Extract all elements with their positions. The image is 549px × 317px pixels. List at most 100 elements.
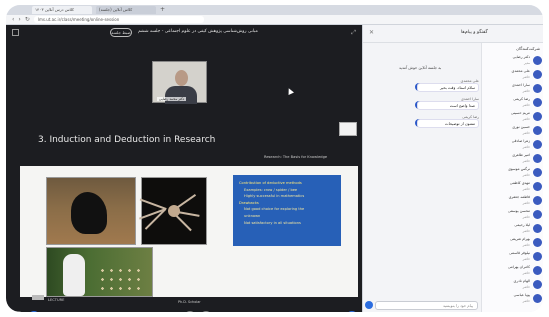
url-field[interactable]: lms.ut.ac.ir/class/meeting/online-sessio… <box>33 16 204 23</box>
participant-row[interactable]: بهرام شریفی حاضر <box>482 236 543 250</box>
participant-role: حاضر <box>522 117 530 121</box>
participant-row[interactable]: نرگس موسوی حاضر <box>482 166 543 180</box>
participant-row[interactable]: نیلوفر قاسمی حاضر <box>482 250 543 264</box>
participant-row[interactable]: لیلا رحیمی حاضر <box>482 222 543 236</box>
avatar <box>533 154 542 163</box>
sidebar-title: گفتگو و پیام‌ها <box>461 30 488 35</box>
participant-row[interactable]: زهرا صادقی حاضر <box>482 138 543 152</box>
new-tab-icon[interactable]: + <box>160 6 165 14</box>
avatar <box>533 126 542 135</box>
participant-row[interactable]: پویا عباسی حاضر <box>482 292 543 306</box>
participant-row[interactable]: سارا احمدی حاضر <box>482 82 543 96</box>
sidebar-header: ✕ گفتگو و پیام‌ها <box>363 25 543 43</box>
participant-row[interactable]: فاطمه جعفری حاضر <box>482 194 543 208</box>
beekeeper-suit <box>63 254 85 296</box>
avatar <box>533 238 542 247</box>
slide-thumbnail[interactable] <box>339 122 357 136</box>
exit-icon[interactable]: ⤢ <box>351 29 356 37</box>
participant-row[interactable]: کامران بهرامی حاضر <box>482 264 543 278</box>
bullet-line: Contribution of deductive methods <box>239 181 302 185</box>
avatar <box>533 252 542 261</box>
spider-photo <box>139 177 207 245</box>
bullet-line: Not good choice for exploring the <box>244 207 305 212</box>
browser-tab-1[interactable]: کلاس درس آنلاین ۱۴۰۳ <box>32 6 92 14</box>
participant-role: حاضر <box>522 299 530 303</box>
chat-message: علی محمدی سلام استاد، وقت بخیر <box>417 79 479 92</box>
participant-role: مدیر <box>523 61 530 65</box>
participant-role: حاضر <box>522 271 530 275</box>
message-text: ممنون از توضیحات <box>417 119 479 128</box>
reload-icon[interactable]: ↻ <box>25 16 30 23</box>
avatar <box>533 84 542 93</box>
participant-role: حاضر <box>522 243 530 247</box>
participants-list: شرکت‌کنندگان دکتر رضایی مدیر علی محمدی حاضر… <box>481 43 543 312</box>
participant-role: حاضر <box>522 75 530 79</box>
layout-icon[interactable] <box>12 29 19 36</box>
avatar <box>533 266 542 275</box>
presenter-body <box>165 86 197 104</box>
participant-row[interactable]: حسین نوری حاضر <box>482 124 543 138</box>
slide-bullet-box: Contribution of deductive methods Exampl… <box>233 175 341 246</box>
beekeeper-photo <box>46 247 153 297</box>
browser-window: کلاس درس آنلاین ۱۴۰۳ (جلسه) کلاس آنلاین … <box>6 5 543 312</box>
chat-message: سارا احمدی صدا واضح است <box>417 97 479 110</box>
avatar <box>533 56 542 65</box>
send-icon[interactable] <box>365 301 373 309</box>
chat-sidebar: ✕ گفتگو و پیام‌ها به جلسه آنلاین خوش آمد… <box>362 25 543 312</box>
user-icon[interactable]: ● <box>28 311 40 312</box>
participant-role: حاضر <box>522 89 530 93</box>
settings-icon[interactable]: ⚙ <box>12 311 24 312</box>
avatar <box>533 140 542 149</box>
meeting-title: مبانی روش‌شناسی پژوهش کیفی در علوم اجتما… <box>138 29 258 34</box>
bullet-line: Highly successful in mathematics <box>244 194 305 199</box>
crow-shape <box>71 192 107 234</box>
spider-body <box>168 205 180 217</box>
participant-role: حاضر <box>522 103 530 107</box>
slide-footer-mid: Ph.D. Scholar <box>178 300 201 304</box>
participant-row[interactable]: الهام نادری حاضر <box>482 278 543 292</box>
chat-input[interactable]: پیام خود را بنویسید <box>375 301 478 310</box>
participant-role: حاضر <box>522 229 530 233</box>
avatar <box>533 168 542 177</box>
microphone-icon[interactable]: ♪ <box>184 311 196 312</box>
record-button[interactable]: ضبط جلسه <box>110 28 132 37</box>
participant-role: حاضر <box>522 201 530 205</box>
browser-tab-2[interactable]: (جلسه) کلاس آنلاین <box>96 6 156 14</box>
participant-row[interactable]: مهدی کاظمی حاضر <box>482 180 543 194</box>
avatar <box>533 196 542 205</box>
participant-row[interactable]: علی محمدی حاضر <box>482 68 543 82</box>
crow-photo <box>46 177 136 245</box>
participant-row[interactable]: رضا کریمی حاضر <box>482 96 543 110</box>
participant-row[interactable]: محسن یوسفی حاضر <box>482 208 543 222</box>
chat-panel: به جلسه آنلاین خوش آمدید علی محمدی سلام … <box>363 43 481 293</box>
participant-role: حاضر <box>522 145 530 149</box>
participant-role: حاضر <box>522 159 530 163</box>
mouse-cursor-icon <box>286 87 294 95</box>
slide-title: 3. Induction and Deduction in Research <box>38 135 216 145</box>
participant-row[interactable]: دکتر رضایی مدیر <box>482 54 543 68</box>
avatar <box>533 70 542 79</box>
share-screen-icon[interactable]: ⇧ <box>346 311 358 312</box>
close-icon[interactable]: ✕ <box>369 29 374 36</box>
participant-row[interactable]: مریم حسینی حاضر <box>482 110 543 124</box>
system-message: به جلسه آنلاین خوش آمدید <box>399 65 442 70</box>
message-text: صدا واضح است <box>417 101 479 110</box>
bullet-line: unknown <box>244 213 261 218</box>
slide-footer-left: LECTURE <box>48 298 65 302</box>
avatar <box>533 224 542 233</box>
participant-role: حاضر <box>522 257 530 261</box>
tab-bar: کلاس درس آنلاین ۱۴۰۳ (جلسه) کلاس آنلاین … <box>6 5 543 15</box>
camera-icon[interactable]: ▣ <box>200 311 212 312</box>
chat-message: رضا کریمی ممنون از توضیحات <box>417 115 479 128</box>
slide-reference: Research: The Basis for Knowledge <box>264 155 328 159</box>
slide-content: Contribution of deductive methods Exampl… <box>20 166 358 297</box>
avatar <box>533 112 542 121</box>
participants-rows: دکتر رضایی مدیر علی محمدی حاضر سارا احمدی حاض… <box>482 54 543 306</box>
forward-icon[interactable]: › <box>18 16 20 23</box>
participant-role: حاضر <box>522 187 530 191</box>
back-icon[interactable]: ‹ <box>12 16 14 23</box>
slide-logo <box>32 295 44 300</box>
meeting-stage: ضبط جلسه مبانی روش‌شناسی پژوهش کیفی در ع… <box>6 25 362 312</box>
avatar <box>533 210 542 219</box>
participant-row[interactable]: امیر طاهری حاضر <box>482 152 543 166</box>
